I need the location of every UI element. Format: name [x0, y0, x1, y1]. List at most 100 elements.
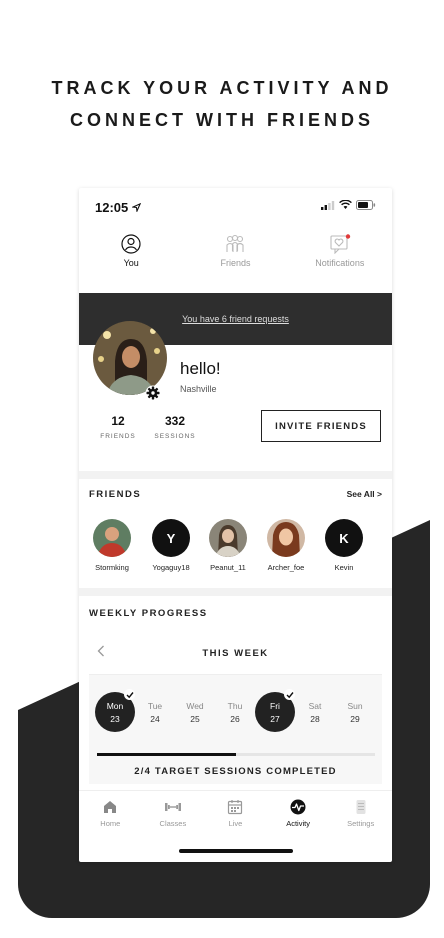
- day-name: Mon: [106, 700, 124, 711]
- day-mon[interactable]: Mon 23: [95, 689, 135, 732]
- section-divider: [79, 588, 392, 596]
- signal-icon: [321, 200, 335, 210]
- tab-notifications-label: Notifications: [315, 258, 365, 268]
- status-bar: 12:05: [79, 188, 392, 226]
- friend-requests-link[interactable]: You have 6 friend requests: [182, 314, 289, 324]
- friend-photo: [209, 519, 247, 557]
- day-name: Wed: [186, 700, 204, 711]
- profile-avatar[interactable]: [93, 321, 167, 395]
- tab-friends-label: Friends: [220, 258, 251, 268]
- day-sat[interactable]: Sat 28: [295, 692, 335, 732]
- day-date: 26: [230, 713, 240, 724]
- friend-item[interactable]: Y Yogaguy18: [141, 519, 201, 572]
- friends-icon: [226, 234, 245, 252]
- sessions-count-label: SESSIONS: [154, 433, 196, 440]
- headline: TRACK YOUR ACTIVITY AND CONNECT WITH FRI…: [0, 72, 444, 136]
- nav-classes[interactable]: Classes: [142, 791, 205, 837]
- nav-activity[interactable]: Activity: [267, 791, 330, 837]
- friend-item[interactable]: K Kevin: [314, 519, 374, 572]
- see-all-link[interactable]: See All >: [347, 489, 382, 499]
- location: Nashville: [180, 384, 217, 394]
- status-icons: [321, 200, 376, 210]
- tab-friends[interactable]: Friends: [183, 234, 287, 280]
- battery-icon: [356, 200, 376, 210]
- check-icon: [284, 689, 295, 700]
- friend-avatar: Y: [152, 519, 190, 557]
- nav-live-label: Live: [228, 819, 243, 828]
- friend-item[interactable]: Stormking: [82, 519, 142, 572]
- friend-name: Yogaguy18: [152, 563, 190, 572]
- dumbbell-icon: [164, 803, 181, 811]
- friend-name: Archer_foe: [267, 563, 305, 572]
- headline-line-1: TRACK YOUR ACTIVITY AND: [51, 78, 393, 98]
- day-date: 24: [150, 713, 160, 724]
- friend-photo: [93, 519, 131, 557]
- bottom-navigation: Home Classes Live Activity Settings: [79, 790, 392, 837]
- calendar-icon: [228, 800, 243, 815]
- day-fri[interactable]: Fri 27: [255, 689, 295, 732]
- day-name: Thu: [227, 700, 243, 711]
- day-wed[interactable]: Wed 25: [175, 692, 215, 732]
- day-date: 25: [190, 713, 200, 724]
- week-label: THIS WEEK: [202, 648, 269, 659]
- friend-item[interactable]: Peanut_11: [198, 519, 258, 572]
- weekly-progress-title: WEEKLY PROGRESS: [89, 608, 208, 619]
- invite-friends-button[interactable]: INVITE FRIENDS: [261, 410, 381, 442]
- tab-you[interactable]: You: [79, 234, 183, 280]
- nav-settings[interactable]: Settings: [329, 791, 392, 837]
- day-date: 28: [310, 713, 320, 724]
- day-tue[interactable]: Tue 24: [135, 692, 175, 732]
- greeting: hello!: [180, 359, 221, 378]
- day-name: Sat: [308, 700, 322, 711]
- location-arrow-icon: [132, 203, 141, 212]
- activity-icon: [290, 799, 306, 815]
- status-time: 12:05: [95, 200, 129, 215]
- user-icon: [121, 234, 141, 254]
- day-name: Sun: [347, 700, 363, 711]
- check-icon: [124, 689, 135, 700]
- friend-avatar: [93, 519, 131, 557]
- sessions-count: 332: [164, 414, 186, 428]
- friend-avatar: [209, 519, 247, 557]
- friends-count-label: FRIENDS: [100, 433, 136, 440]
- week-days: Mon 23 Tue 24 Wed 25 Thu 26 Fri 27 Sat 2…: [89, 689, 382, 736]
- day-date: 29: [350, 713, 360, 724]
- top-navigation: You Friends Notifications: [79, 234, 392, 280]
- nav-live[interactable]: Live: [204, 791, 267, 837]
- wifi-icon: [339, 200, 352, 209]
- home-indicator[interactable]: [179, 849, 293, 853]
- friend-name: Kevin: [334, 563, 354, 572]
- phone-screen: 12:05 You Friends Notifications You have…: [79, 188, 392, 862]
- friend-name: Stormking: [95, 563, 129, 572]
- tab-notifications[interactable]: Notifications: [288, 234, 392, 280]
- nav-settings-label: Settings: [347, 819, 375, 828]
- friend-name: Peanut_11: [210, 563, 246, 572]
- friends-stat[interactable]: 12 FRIENDS: [93, 414, 143, 440]
- weekly-progress-bar: [97, 753, 375, 756]
- headline-line-2: CONNECT WITH FRIENDS: [70, 110, 374, 130]
- day-thu[interactable]: Thu 26: [215, 692, 255, 732]
- friends-section-title: FRIENDS: [89, 489, 142, 500]
- notification-icon: [330, 234, 351, 254]
- friend-item[interactable]: Archer_foe: [256, 519, 316, 572]
- friend-avatar: K: [325, 519, 363, 557]
- day-name: Fri: [270, 700, 280, 711]
- friends-list: Stormking Y Yogaguy18 Peanut_11 Archer_f…: [79, 519, 392, 579]
- sessions-stat[interactable]: 332 SESSIONS: [149, 414, 201, 440]
- nav-classes-label: Classes: [159, 819, 187, 828]
- settings-icon: [356, 800, 366, 814]
- nav-activity-label: Activity: [286, 819, 310, 828]
- friend-avatar: [267, 519, 305, 557]
- settings-gear-icon[interactable]: [145, 385, 161, 401]
- weekly-progress-card: THIS WEEK Mon 23 Tue 24 Wed 25 Thu 26 Fr…: [89, 634, 382, 784]
- weekly-progress-fill: [97, 753, 236, 756]
- nav-home-label: Home: [100, 819, 121, 828]
- day-sun[interactable]: Sun 29: [335, 692, 375, 732]
- day-date: 23: [110, 713, 120, 724]
- home-icon: [104, 801, 117, 813]
- nav-home[interactable]: Home: [79, 791, 142, 837]
- week-header: THIS WEEK: [89, 634, 382, 675]
- profile-photo: [93, 321, 167, 395]
- tab-you-label: You: [123, 258, 139, 268]
- section-divider: [79, 471, 392, 479]
